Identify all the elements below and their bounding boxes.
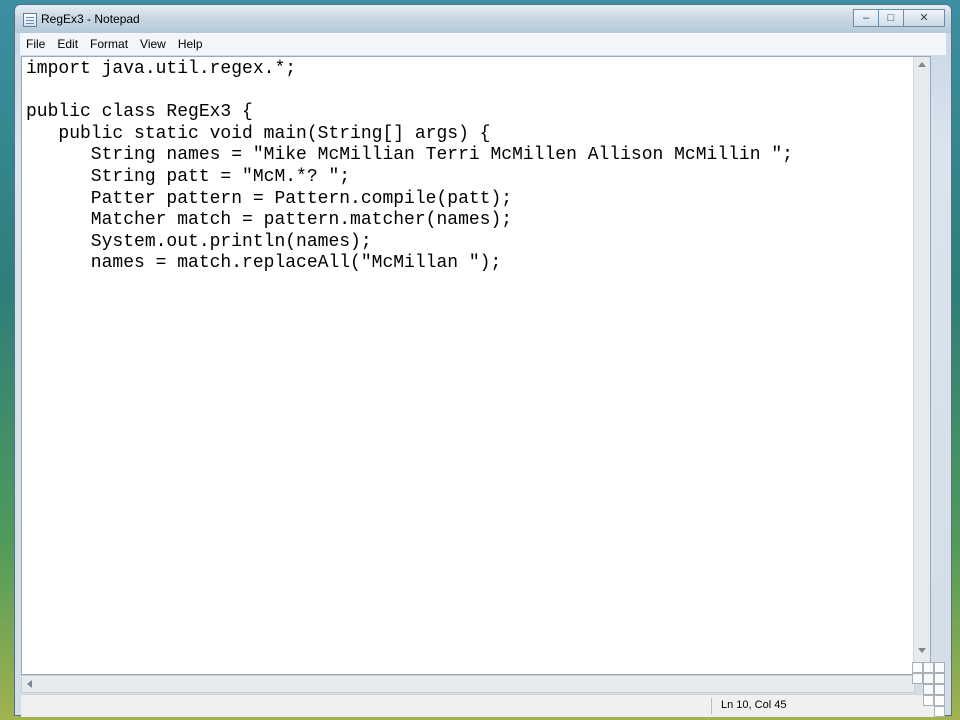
- minimize-button[interactable]: –: [853, 9, 879, 27]
- menu-bar: File Edit Format View Help: [20, 33, 946, 56]
- menu-edit[interactable]: Edit: [51, 33, 84, 55]
- text-editor[interactable]: import java.util.regex.*; public class R…: [21, 56, 931, 675]
- code-line: String patt = "McM.*? ";: [26, 166, 351, 187]
- menu-format[interactable]: Format: [84, 33, 134, 55]
- code-line: String names = "Mike McMillian Terri McM…: [26, 145, 793, 166]
- notepad-window: RegEx3 - Notepad – □ ✕ File Edit Format …: [14, 4, 952, 717]
- resize-grip-icon[interactable]: [912, 662, 952, 718]
- window-title: RegEx3 - Notepad: [41, 12, 140, 26]
- code-line: Patter pattern = Pattern.compile(patt);: [26, 188, 513, 209]
- arrow-down-icon[interactable]: [918, 648, 926, 653]
- status-bar: Ln 10, Col 45: [21, 694, 945, 717]
- arrow-left-icon[interactable]: [27, 680, 32, 688]
- vertical-scrollbar[interactable]: [913, 57, 930, 674]
- menu-view[interactable]: View: [134, 33, 172, 55]
- status-divider: [711, 698, 712, 714]
- code-text[interactable]: import java.util.regex.*; public class R…: [26, 59, 793, 275]
- code-line: public class RegEx3 {: [26, 102, 253, 123]
- window-controls: – □ ✕: [853, 9, 945, 27]
- notepad-icon: [23, 13, 37, 27]
- horizontal-scrollbar[interactable]: [21, 675, 915, 693]
- close-button[interactable]: ✕: [903, 9, 945, 27]
- menu-help[interactable]: Help: [172, 33, 209, 55]
- maximize-button[interactable]: □: [878, 9, 904, 27]
- code-line: public static void main(String[] args) {: [26, 123, 491, 144]
- code-line: names = match.replaceAll("McMillan ");: [26, 253, 502, 274]
- arrow-up-icon[interactable]: [918, 62, 926, 67]
- code-line: import java.util.regex.*;: [26, 59, 297, 79]
- title-bar[interactable]: RegEx3 - Notepad – □ ✕: [15, 5, 951, 33]
- code-line: System.out.println(names);: [26, 231, 372, 252]
- code-line: Matcher match = pattern.matcher(names);: [26, 210, 513, 231]
- cursor-position: Ln 10, Col 45: [721, 699, 787, 711]
- menu-file[interactable]: File: [20, 33, 51, 55]
